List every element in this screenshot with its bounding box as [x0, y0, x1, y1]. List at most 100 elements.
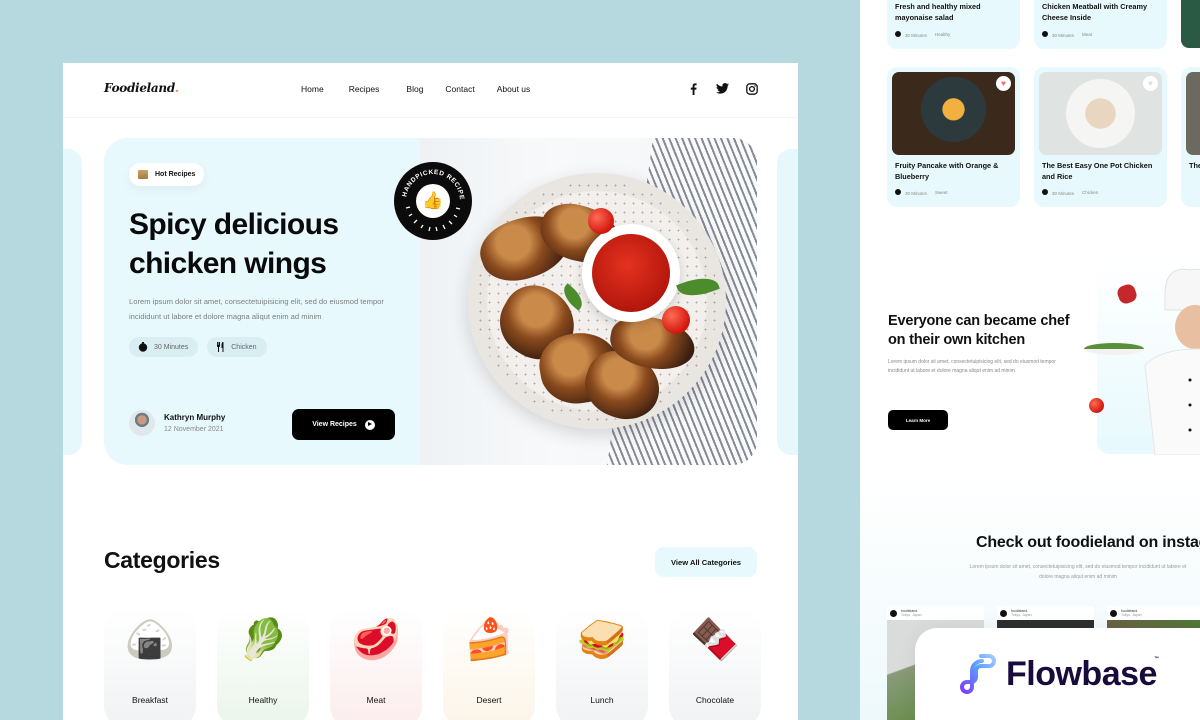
hero-title-line-2: chicken wings [129, 247, 327, 280]
logo[interactable]: Foodieland. [104, 81, 179, 95]
play-icon [364, 419, 375, 430]
recipe-title: Chicken Meatball with Creamy Cheese Insi… [1042, 2, 1148, 22]
instagram-icon[interactable] [745, 82, 758, 95]
recipe-time: 30 Minutes [905, 191, 928, 196]
recipe-time: 30 Minutes [1052, 191, 1075, 196]
time-label: 30 Minutes [154, 343, 189, 351]
landing-page-preview: Foodieland. Home Recipes Blog Contact Ab… [63, 63, 798, 720]
flowbase-watermark: Flowbase ™ [915, 628, 1200, 720]
handpicked-recipes-badge: HANDPICKED RECIPES 👍 [394, 162, 472, 240]
thumbs-up-icon: 👍 [416, 184, 450, 218]
timer-icon [895, 189, 901, 195]
logo-dot: . [174, 81, 179, 95]
learn-more-button[interactable]: Learn More [888, 410, 948, 430]
social-links [687, 82, 758, 95]
chocolate-icon: 🍫 [690, 618, 740, 662]
hero-title-line-1: Spicy delicious [129, 208, 339, 241]
post-location: Tokyo, Japan [1011, 613, 1032, 617]
nav-link-blog[interactable]: Blog [406, 84, 423, 94]
recipe-meta: 30 Minutes Sweet [895, 189, 948, 196]
post-date: 12 November 2021 [164, 426, 224, 433]
favorite-icon[interactable]: ♥ [1143, 76, 1158, 91]
timer-icon [1042, 189, 1048, 195]
view-recipes-label: View Recipes [312, 421, 357, 428]
recipe-time: 30 Minutes [1052, 33, 1075, 38]
recipe-card[interactable]: ♥ The Best Easy One Pot Chicken and Rice… [1034, 67, 1167, 207]
ad-card [1181, 0, 1200, 48]
tag-label: Hot Recipes [155, 171, 196, 178]
timer-icon [138, 342, 148, 352]
salad-plate [1084, 343, 1144, 355]
author-avatar [129, 410, 155, 436]
nav-link-contact[interactable]: Contact [445, 84, 474, 94]
chef-illustration [1144, 268, 1200, 455]
rice-ball-icon: 🍙 [125, 618, 175, 662]
recipe-title: Fruity Pancake with Orange & Blueberry [895, 161, 999, 181]
recipe-card[interactable]: Fresh and healthy mixed mayonaise salad … [887, 0, 1020, 49]
category-label: Meat [366, 695, 386, 705]
cherry-tomato [662, 306, 690, 334]
timer-icon [1042, 31, 1048, 37]
category-healthy[interactable]: 🥬 Healthy [217, 608, 309, 720]
tomato-decoration [1089, 398, 1104, 413]
recipe-title: Fresh and healthy mixed mayonaise salad [895, 2, 981, 22]
next-slide-card[interactable] [777, 149, 798, 455]
previous-slide-card[interactable] [63, 149, 82, 455]
hero-card: Hot Recipes Spicy delicious chicken wing… [104, 138, 757, 465]
post-avatar [1000, 609, 1007, 617]
categories-list: 🍙 Breakfast 🥬 Healthy 🥩 Meat 🍰 Desert 🥪 Lunch… [104, 608, 761, 720]
cherry-tomato [588, 208, 614, 234]
nav-links: Home Recipes Blog Contact About us [301, 84, 555, 94]
post-avatar [890, 609, 897, 617]
category-label: Breakfast [132, 695, 168, 705]
hero-description: Lorem ipsum dolor sit amet, consectetuip… [129, 297, 384, 321]
categories-heading: Categories [104, 547, 220, 573]
recipe-meta: 30 Minutes Chicken [1042, 189, 1098, 196]
category-desert[interactable]: 🍰 Desert [443, 608, 535, 720]
category-label: Lunch [590, 695, 614, 705]
nav-link-home[interactable]: Home [301, 84, 324, 94]
author: Kathryn Murphy 12 November 2021 [129, 410, 225, 436]
flowbase-logo-icon [960, 654, 996, 695]
recipe-time: 30 Minutes [905, 33, 928, 38]
facebook-icon[interactable] [687, 82, 700, 95]
logo-text: Foodieland [104, 81, 175, 95]
recipe-category: Sweet [935, 190, 948, 195]
category-chip: Chicken [207, 337, 267, 357]
author-name: Kathryn Murphy [164, 413, 226, 422]
recipe-image [1186, 72, 1200, 155]
recipe-card[interactable]: Chicken Meatball with Creamy Cheese Insi… [1034, 0, 1167, 49]
timer-icon [895, 31, 901, 37]
time-chip: 30 Minutes [129, 337, 199, 357]
hero-title: Spicy delicious chicken wings [129, 205, 409, 283]
recipe-card[interactable]: The [1181, 67, 1200, 207]
post-avatar [1110, 609, 1117, 617]
favorite-icon[interactable]: ♥ [996, 76, 1011, 91]
hot-recipes-tag: Hot Recipes [129, 163, 205, 186]
recipe-card[interactable]: ♥ Fruity Pancake with Orange & Blueberry… [887, 67, 1020, 207]
post-location: Tokyo, Japan [1121, 613, 1142, 617]
hero-content: Hot Recipes Spicy delicious chicken wing… [104, 138, 420, 465]
view-all-categories-button[interactable]: View All Categories [655, 547, 757, 577]
instagram-description: Lorem ipsum dolor sit amet, consectetuip… [969, 564, 1187, 580]
navbar: Foodieland. Home Recipes Blog Contact Ab… [63, 63, 798, 118]
post-location: Tokyo, Japan [901, 613, 922, 617]
category-chocolate[interactable]: 🍫 Chocolate [669, 608, 761, 720]
recipe-title: The [1189, 161, 1200, 170]
recipe-meta: 30 Minutes Healthy [895, 31, 950, 38]
chef-section-description: Lorem ipsum dolor sit amet, consectetuip… [888, 359, 1056, 374]
category-lunch[interactable]: 🥪 Lunch [556, 608, 648, 720]
recipe-meta: 30 Minutes Meat [1042, 31, 1092, 38]
steak-icon: 🥩 [351, 618, 401, 662]
nav-link-about[interactable]: About us [497, 84, 531, 94]
trademark-symbol: ™ [1154, 656, 1159, 662]
nav-link-recipes[interactable]: Recipes [349, 84, 380, 94]
sandwich-icon: 🥪 [577, 618, 627, 662]
view-recipes-button[interactable]: View Recipes [292, 409, 395, 440]
category-label: Desert [476, 695, 502, 705]
category-breakfast[interactable]: 🍙 Breakfast [104, 608, 196, 720]
twitter-icon[interactable] [716, 82, 729, 95]
category-meat[interactable]: 🥩 Meat [330, 608, 422, 720]
sauce-bowl [582, 224, 680, 322]
category-label: Chicken [231, 343, 257, 351]
